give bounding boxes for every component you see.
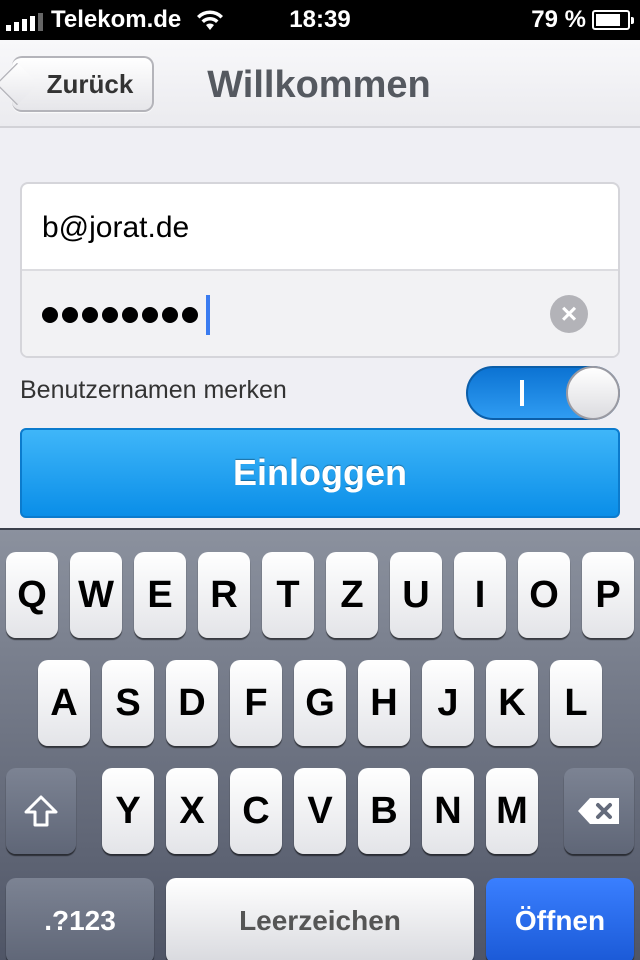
key-y[interactable]: Y xyxy=(102,768,154,854)
clear-icon[interactable]: × xyxy=(550,295,588,333)
login-form: × xyxy=(20,182,620,358)
login-button[interactable]: Einloggen xyxy=(20,428,620,518)
key-h[interactable]: H xyxy=(358,660,410,746)
navigation-bar: Zurück Willkommen xyxy=(0,40,640,128)
status-right: 79 % xyxy=(531,6,634,34)
shift-icon[interactable] xyxy=(6,768,76,854)
key-z[interactable]: Z xyxy=(326,552,378,638)
key-i[interactable]: I xyxy=(454,552,506,638)
key-c[interactable]: C xyxy=(230,768,282,854)
key-k[interactable]: K xyxy=(486,660,538,746)
key-v[interactable]: V xyxy=(294,768,346,854)
key-s[interactable]: S xyxy=(102,660,154,746)
numbers-key[interactable]: .?123 xyxy=(6,878,154,960)
return-key[interactable]: Öffnen xyxy=(486,878,634,960)
key-d[interactable]: D xyxy=(166,660,218,746)
key-u[interactable]: U xyxy=(390,552,442,638)
shift-icon-glyph xyxy=(24,795,58,827)
key-n[interactable]: N xyxy=(422,768,474,854)
key-q[interactable]: Q xyxy=(6,552,58,638)
key-g[interactable]: G xyxy=(294,660,346,746)
backspace-icon[interactable] xyxy=(564,768,634,854)
password-dot xyxy=(82,307,98,323)
key-t[interactable]: T xyxy=(262,552,314,638)
password-dot xyxy=(42,307,58,323)
space-key[interactable]: Leerzeichen xyxy=(166,878,474,960)
password-row[interactable]: × xyxy=(22,271,618,356)
password-dot xyxy=(162,307,178,323)
key-m[interactable]: M xyxy=(486,768,538,854)
status-bar: Telekom.de 18:39 79 % xyxy=(0,0,640,40)
key-r[interactable]: R xyxy=(198,552,250,638)
key-e[interactable]: E xyxy=(134,552,186,638)
remember-username-toggle[interactable] xyxy=(466,366,620,420)
password-dot xyxy=(62,307,78,323)
key-b[interactable]: B xyxy=(358,768,410,854)
key-l[interactable]: L xyxy=(550,660,602,746)
page-title: Willkommen xyxy=(207,64,431,106)
backspace-icon-glyph xyxy=(578,798,619,824)
key-x[interactable]: X xyxy=(166,768,218,854)
password-field[interactable] xyxy=(42,295,210,335)
key-w[interactable]: W xyxy=(70,552,122,638)
password-dot xyxy=(102,307,118,323)
app-screen: Zurück Willkommen × Benutzernamen merken… xyxy=(0,40,640,528)
key-p[interactable]: P xyxy=(582,552,634,638)
text-caret xyxy=(206,295,210,335)
remember-username-label: Benutzernamen merken xyxy=(20,376,287,404)
key-o[interactable]: O xyxy=(518,552,570,638)
password-dot xyxy=(142,307,158,323)
key-f[interactable]: F xyxy=(230,660,282,746)
toggle-on-mark xyxy=(520,380,524,406)
email-row xyxy=(22,184,618,271)
battery-icon xyxy=(592,10,634,30)
battery-percent: 79 % xyxy=(531,6,586,33)
password-dot xyxy=(182,307,198,323)
key-j[interactable]: J xyxy=(422,660,474,746)
email-field[interactable] xyxy=(42,184,542,271)
toggle-knob[interactable] xyxy=(566,366,620,420)
password-dot xyxy=(122,307,138,323)
battery-fill xyxy=(596,14,620,26)
keyboard: .?123 Leerzeichen Öffnen QWERTZUIOP ASDFG… xyxy=(0,528,640,960)
key-a[interactable]: A xyxy=(38,660,90,746)
